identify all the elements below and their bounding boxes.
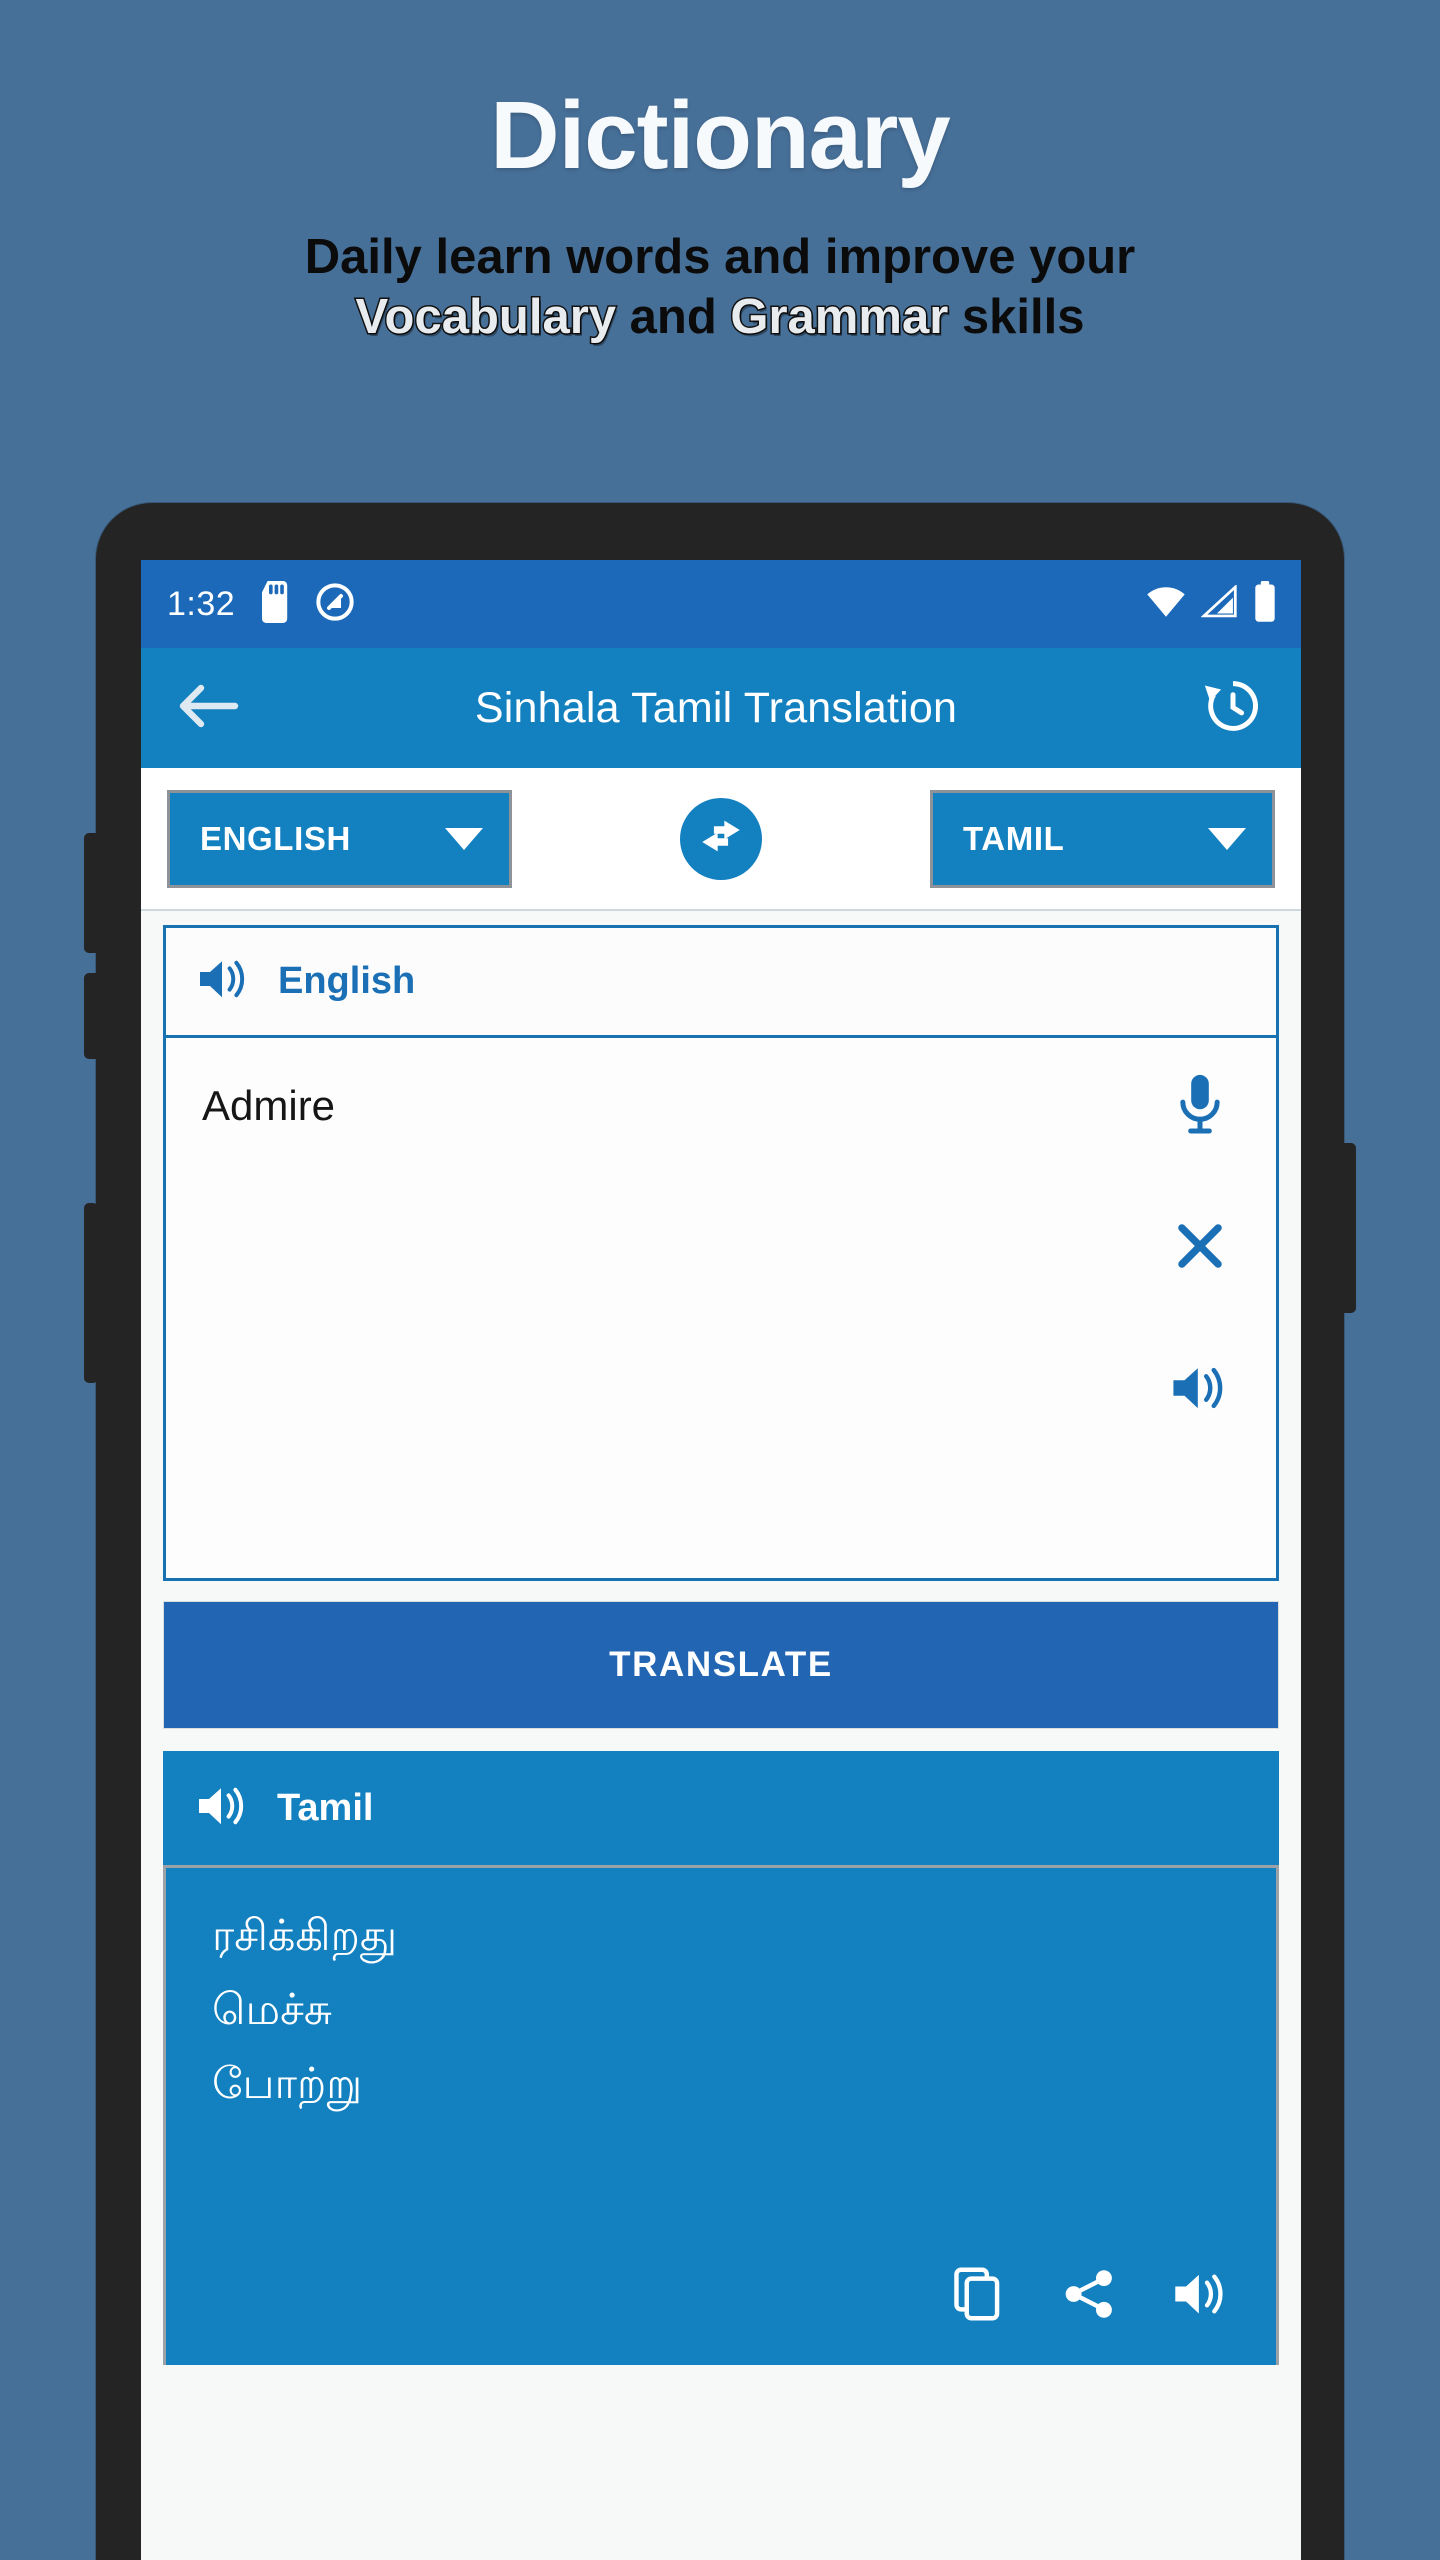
promo-subtitle-line2: Vocabulary and Grammar skills [90,288,1350,348]
chevron-down-icon [1208,827,1246,850]
translate-button[interactable]: TRANSLATE [163,1601,1279,1729]
speak-source-button[interactable] [1158,1348,1242,1432]
result-text-area: ரசிக்கிறது மெச்சு போற்று [163,1865,1279,2365]
app-bar-title: Sinhala Tamil Translation [474,683,958,732]
source-panel: English Admire [163,925,1279,1581]
copy-button[interactable] [942,2261,1012,2331]
translate-button-label: TRANSLATE [609,1645,833,1684]
status-bar: 1:32 [141,560,1301,648]
clear-icon [1171,1217,1229,1280]
do-not-disturb-icon [315,582,355,627]
speaker-icon [1171,2269,1231,2324]
promo-subtitle-line1: Daily learn words and improve your [304,230,1136,284]
status-bar-clock: 1:32 [167,584,236,623]
source-panel-header: English [163,925,1279,1035]
clear-button[interactable] [1158,1206,1242,1290]
target-language-spinner[interactable]: TAMIL [930,789,1275,888]
battery-icon [1253,580,1277,628]
phone-power-button [1340,1143,1356,1313]
cellular-signal-icon [1200,583,1239,624]
speak-result-button[interactable] [1166,2261,1236,2331]
share-button[interactable] [1054,2261,1124,2331]
result-action-row [942,2261,1236,2331]
result-panel: Tamil ரசிக்கிறது மெச்சு போற்று [163,1751,1279,2365]
phone-volume-up-button [84,833,100,953]
history-button[interactable] [1193,668,1273,748]
promo-highlight-grammar: Grammar [729,288,950,345]
language-selector-row: ENGLISH TAMIL [141,768,1301,911]
app-bar: Sinhala Tamil Translation [141,648,1301,768]
phone-screen: 1:32 Sinhala Tamil Translation ENGLISH T… [141,560,1301,2560]
source-action-column [1158,1064,1242,1432]
swap-languages-button[interactable] [680,797,762,880]
promo-header: Dictionary Daily learn words and improve… [0,0,1440,500]
speaker-icon[interactable] [195,1783,251,1834]
source-language-label: ENGLISH [200,819,351,857]
phone-side-button [84,1203,98,1383]
mic-icon [1175,1073,1225,1140]
speaker-icon [1169,1362,1231,1419]
history-icon [1202,675,1264,742]
status-bar-right-icons [1145,580,1277,628]
speaker-icon[interactable] [196,956,252,1007]
wifi-icon [1145,585,1187,624]
copy-icon [949,2266,1005,2327]
source-text-area[interactable]: Admire [163,1035,1279,1581]
translation-line: மெச்சு [212,1985,332,2034]
promo-plain-skills: skills [948,289,1085,344]
source-panel-label: English [278,960,416,1002]
source-text-value: Admire [202,1082,336,1129]
page-title: Dictionary [490,82,950,189]
target-language-label: TAMIL [963,819,1065,857]
share-icon [1061,2266,1117,2327]
chevron-down-icon [445,827,483,850]
phone-volume-down-button [84,973,100,1059]
result-panel-label: Tamil [277,1786,374,1829]
status-bar-left-icons [259,580,355,628]
result-panel-header: Tamil [163,1751,1279,1865]
mic-button[interactable] [1158,1064,1242,1148]
translation-line: ரசிக்கிறது [212,1912,398,1960]
translation-line: போற்று [212,2059,363,2108]
promo-subtitle: Daily learn words and improve your Vocab… [90,228,1350,348]
back-button[interactable] [169,668,249,748]
promo-highlight-vocabulary: Vocabulary [354,288,618,345]
source-language-spinner[interactable]: ENGLISH [167,789,512,888]
back-arrow-icon [177,680,241,737]
phone-mockup: 1:32 Sinhala Tamil Translation ENGLISH T… [84,503,1356,2560]
promo-plain-and: and [616,289,731,344]
swap-horizontal-icon [696,811,746,866]
sd-card-icon [259,580,293,628]
translator-content: English Admire TRANSLATE Tamil ரசிக்கிறத… [141,911,1301,2560]
